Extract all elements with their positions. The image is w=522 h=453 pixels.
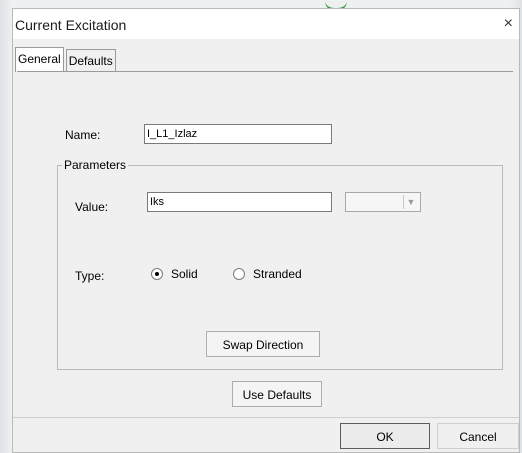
tab-defaults[interactable]: Defaults (65, 49, 116, 72)
footer-divider (13, 417, 519, 418)
name-field[interactable] (144, 124, 332, 144)
name-label: Name: (65, 128, 101, 142)
type-solid-radio[interactable]: Solid (151, 267, 198, 281)
close-icon[interactable]: × (504, 15, 513, 33)
type-stranded-radio[interactable]: Stranded (233, 267, 302, 281)
tab-general[interactable]: General (15, 47, 64, 72)
type-stranded-label: Stranded (253, 267, 302, 281)
dialog-titlebar: Current Excitation × (13, 9, 519, 39)
parameters-legend: Parameters (64, 158, 127, 172)
type-label: Type: (75, 269, 105, 283)
radio-unselected-icon (233, 268, 245, 280)
value-field[interactable] (147, 192, 332, 212)
ok-button[interactable]: OK (340, 423, 430, 449)
use-defaults-button[interactable]: Use Defaults (232, 381, 322, 407)
tab-bar: General Defaults (15, 47, 118, 72)
radio-selected-icon (151, 268, 163, 280)
dialog-title: Current Excitation (15, 17, 127, 33)
unit-select[interactable]: ▼ (345, 192, 421, 212)
chevron-down-icon: ▼ (403, 195, 418, 209)
general-tab-panel: Name: Parameters Value: ▼ Type: Solid St… (17, 71, 513, 412)
swap-direction-button[interactable]: Swap Direction (206, 331, 320, 357)
value-label: Value: (75, 200, 109, 214)
current-excitation-dialog: Current Excitation × General Defaults Na… (12, 8, 520, 453)
cancel-button[interactable]: Cancel (437, 423, 519, 449)
type-solid-label: Solid (171, 267, 198, 281)
